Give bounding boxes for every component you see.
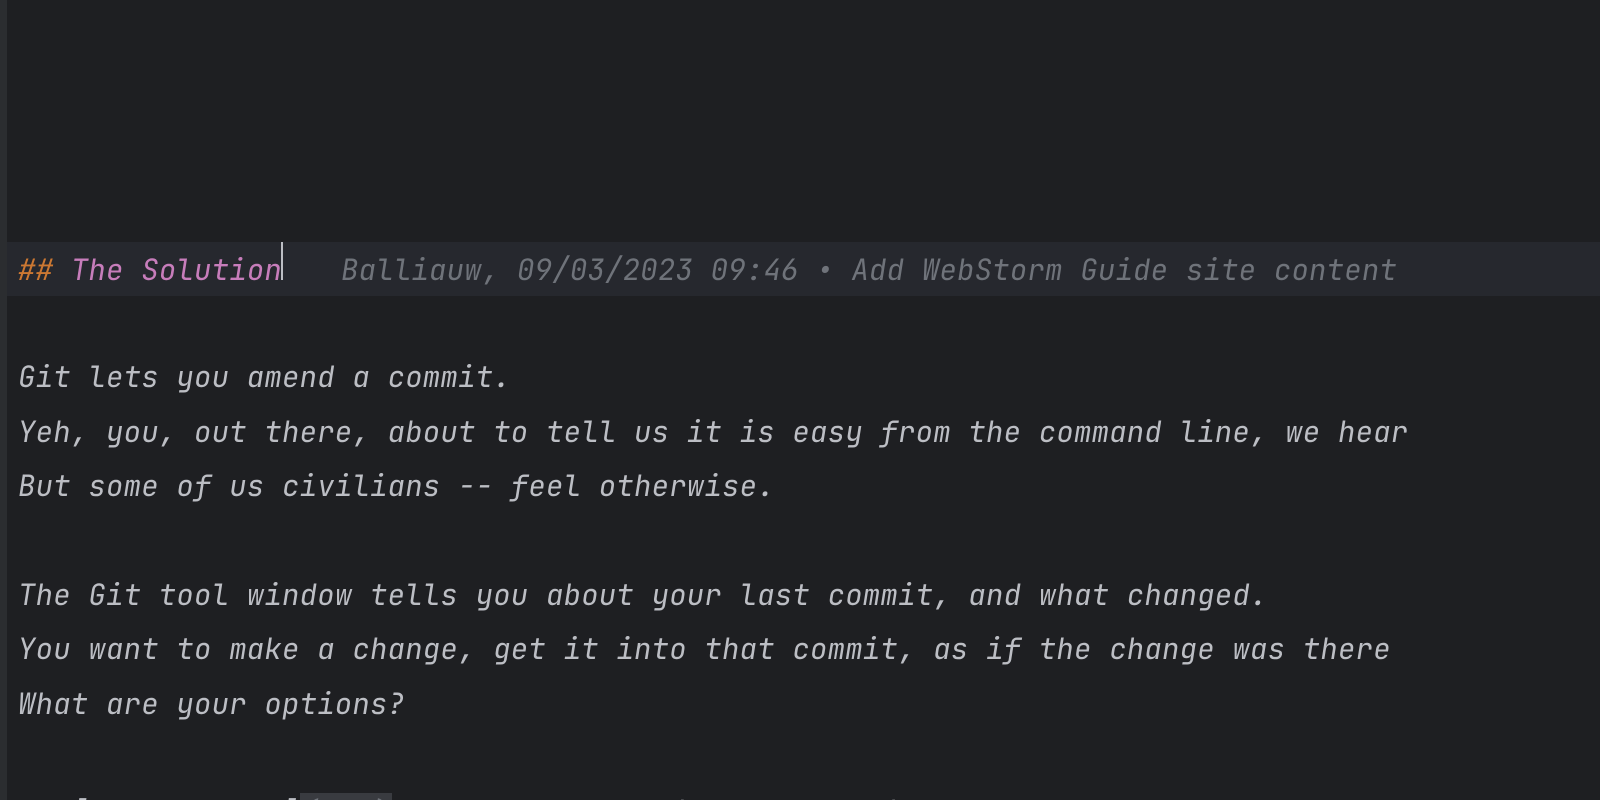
markdown-editor[interactable]: ## The Solution Balliauw, 09/03/2023 09:4…: [0, 0, 1600, 800]
heading-line[interactable]: ## The Solution Balliauw, 09/03/2023 09:4…: [0, 242, 1600, 296]
gutter: [0, 0, 7, 800]
blank-line[interactable]: [18, 514, 1600, 568]
blame-separator: •: [799, 250, 852, 289]
markdown-heading-prefix: ##: [18, 243, 71, 297]
markdown-link-target-folded[interactable]: (...): [300, 793, 392, 800]
text: In: [18, 793, 71, 800]
text-line[interactable]: What are your options?: [18, 677, 1600, 731]
git-blame-annotation[interactable]: Balliauw, 09/03/2023 09:46 • Add WebStor…: [341, 243, 1397, 297]
link-bracket-open: [: [71, 793, 89, 800]
markdown-heading-text: The Solution: [71, 243, 282, 297]
blame-author: Balliauw: [341, 250, 482, 289]
text-line[interactable]: In [another tip](...), we showed you `Un…: [18, 786, 1600, 800]
text-line[interactable]: You want to make a change, get it into t…: [18, 622, 1600, 676]
text-line[interactable]: Yeh, you, out there, about to tell us it…: [18, 405, 1600, 459]
text-caret: [281, 242, 283, 280]
blame-timestamp: 09/03/2023 09:46: [517, 250, 799, 289]
text: .: [902, 793, 920, 800]
inline-code: Undo Commit: [691, 793, 885, 800]
code-backtick: `: [673, 793, 691, 800]
text-line[interactable]: Git lets you amend a commit.: [18, 350, 1600, 404]
link-bracket-close: ]: [282, 793, 300, 800]
markdown-link-text[interactable]: another tip: [88, 793, 282, 800]
text-line[interactable]: The Git tool window tells you about your…: [18, 568, 1600, 622]
blame-message: Add WebStorm Guide site content: [851, 250, 1397, 289]
blank-line[interactable]: [18, 731, 1600, 785]
text-line[interactable]: But some of us civilians -- feel otherwi…: [18, 459, 1600, 513]
blank-line[interactable]: [18, 296, 1600, 350]
text: , we showed you: [392, 793, 674, 800]
code-backtick: `: [884, 793, 902, 800]
